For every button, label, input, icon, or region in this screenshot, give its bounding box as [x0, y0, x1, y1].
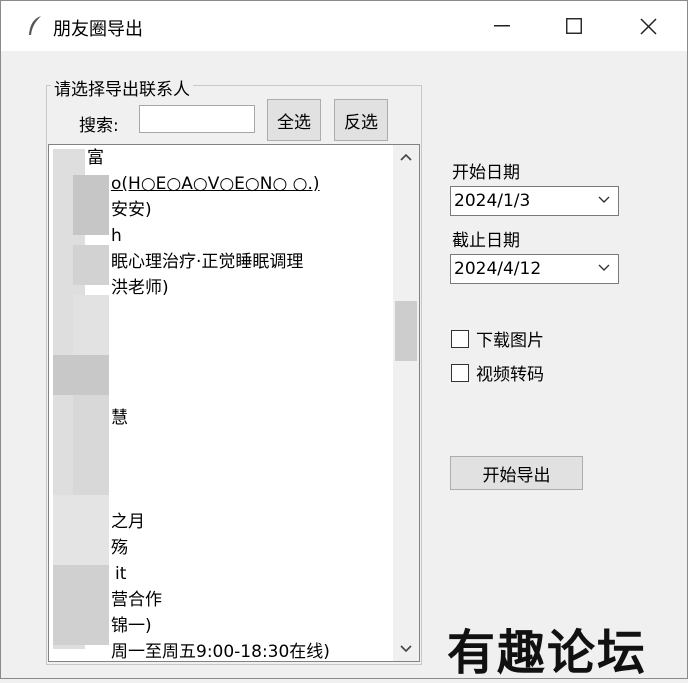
download-images-checkbox[interactable]: 下载图片: [451, 326, 544, 351]
title-bar: 朋友圈导出: [1, 1, 687, 51]
minimize-button[interactable]: [467, 1, 537, 51]
video-transcode-label: 视频转码: [476, 365, 544, 385]
list-item[interactable]: o(H○E○A○V○E○N○ ○.): [111, 171, 320, 197]
list-item[interactable]: 锦一): [111, 613, 152, 639]
window-title: 朋友圈导出: [53, 19, 143, 40]
list-item[interactable]: 慧: [111, 405, 128, 431]
list-scrollbar[interactable]: [393, 145, 419, 661]
list-item[interactable]: it: [115, 561, 126, 587]
chevron-down-icon: [598, 196, 610, 203]
forum-watermark: 有趣论坛: [447, 625, 648, 681]
video-transcode-checkbox[interactable]: 视频转码: [451, 360, 544, 385]
scroll-down-arrow[interactable]: [393, 637, 419, 661]
select-all-button[interactable]: 全选: [267, 99, 321, 141]
contacts-group-legend: 请选择导出联系人: [51, 75, 193, 100]
search-input[interactable]: [139, 105, 255, 133]
chevron-down-icon: [598, 264, 610, 271]
app-window: 朋友圈导出 请选择导出联系人 搜索: 全选 反选 富 o(H○E○A○V○E○N…: [0, 0, 688, 681]
end-date-combobox[interactable]: 2024/4/12: [450, 254, 619, 284]
maximize-button[interactable]: [539, 1, 609, 51]
scroll-up-arrow[interactable]: [393, 145, 419, 169]
privacy-blur: [73, 245, 109, 285]
start-export-button[interactable]: 开始导出: [450, 456, 583, 490]
close-button[interactable]: [613, 1, 683, 51]
list-item[interactable]: h: [111, 223, 122, 249]
list-item[interactable]: 殇: [111, 535, 128, 561]
list-item[interactable]: 眠心理治疗·正觉睡眠调理: [111, 249, 303, 275]
checkbox-square[interactable]: [451, 329, 469, 348]
privacy-blur: [53, 565, 109, 645]
feather-icon: [27, 15, 43, 37]
start-date-label: 开始日期: [452, 163, 520, 183]
contact-listbox[interactable]: 富 o(H○E○A○V○E○N○ ○.) 安安) h 眠心理治疗·正觉睡眠调理 …: [48, 144, 420, 662]
end-date-value: 2024/4/12: [454, 259, 542, 279]
privacy-blur: [53, 355, 109, 395]
download-images-label: 下载图片: [476, 331, 544, 351]
invert-selection-button[interactable]: 反选: [334, 99, 388, 141]
privacy-blur: [73, 395, 109, 495]
scroll-thumb[interactable]: [395, 301, 417, 361]
privacy-blur: [73, 295, 109, 355]
privacy-blur: [53, 495, 109, 565]
list-item[interactable]: 营合作: [111, 587, 162, 613]
list-item[interactable]: 安安): [111, 197, 152, 223]
search-label: 搜索:: [79, 116, 119, 136]
checkbox-square[interactable]: [451, 363, 469, 382]
start-date-value: 2024/1/3: [454, 191, 531, 211]
end-date-label: 截止日期: [452, 231, 520, 251]
list-item[interactable]: 周一至周五9:00-18:30在线): [111, 639, 330, 661]
start-date-combobox[interactable]: 2024/1/3: [450, 186, 619, 216]
list-item[interactable]: 洪老师): [111, 275, 169, 301]
privacy-blur: [73, 175, 109, 235]
list-item[interactable]: 之月: [111, 509, 145, 535]
list-item[interactable]: 富: [87, 145, 104, 171]
